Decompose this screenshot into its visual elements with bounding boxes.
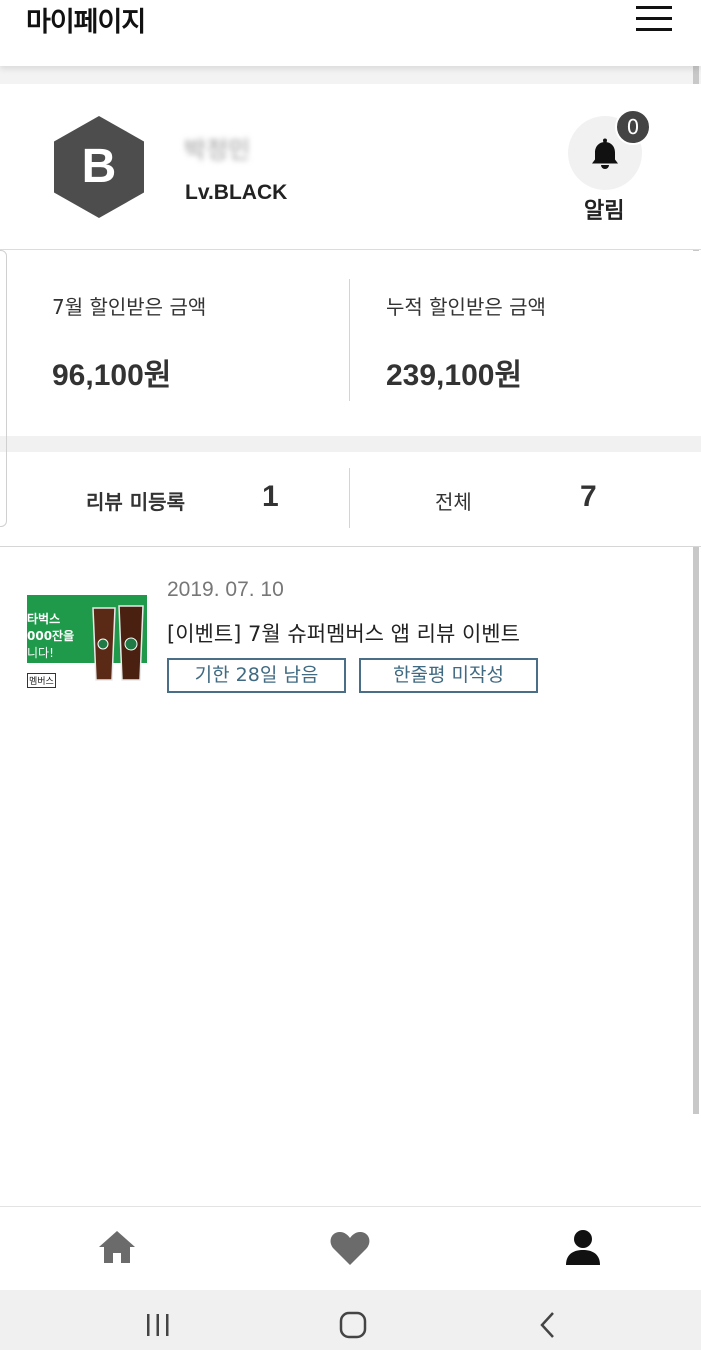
thumbnail-logo: 멤버스 bbox=[27, 673, 56, 688]
discount-summary: 7월 할인받은 금액 96,100원 누적 할인받은 금액 239,100원 bbox=[0, 251, 701, 436]
tab-all-count: 7 bbox=[580, 480, 597, 513]
side-drawer-edge[interactable] bbox=[0, 250, 7, 527]
system-home-button[interactable] bbox=[338, 1310, 368, 1340]
thumbnail-text: 니다! bbox=[27, 646, 54, 660]
app-header: 마이페이지 bbox=[0, 0, 701, 66]
nav-mypage-button[interactable] bbox=[558, 1225, 608, 1269]
section-gap bbox=[0, 66, 701, 84]
notification-label[interactable]: 알림 bbox=[584, 193, 624, 225]
profile-section: B 박정민 Lv.BLACK 0 알림 bbox=[0, 84, 701, 250]
system-back-button[interactable] bbox=[534, 1310, 564, 1340]
home-icon bbox=[99, 1231, 135, 1263]
total-discount: 누적 할인받은 금액 239,100원 bbox=[386, 291, 546, 394]
divider bbox=[349, 468, 350, 528]
level-badge-icon: B bbox=[54, 116, 144, 218]
monthly-discount-label: 7월 할인받은 금액 bbox=[52, 295, 207, 319]
badge-letter: B bbox=[82, 140, 117, 193]
coffee-cups-icon bbox=[92, 605, 144, 681]
system-navigation-bar bbox=[0, 1290, 701, 1350]
total-discount-label: 누적 할인받은 금액 bbox=[386, 295, 546, 319]
home-circle-icon bbox=[339, 1311, 367, 1339]
page-title: 마이페이지 bbox=[26, 7, 146, 38]
tab-unregistered-count: 1 bbox=[262, 480, 279, 513]
section-gap bbox=[0, 436, 701, 452]
tab-unregistered-label: 리뷰 미등록 bbox=[86, 490, 185, 514]
thumbnail-text: 000잔을 bbox=[27, 629, 75, 643]
user-name: 박정민 bbox=[184, 136, 251, 164]
deadline-tag[interactable]: 기한 28일 남음 bbox=[167, 658, 346, 693]
notification-count-badge: 0 bbox=[615, 109, 651, 145]
list-item[interactable]: 타벅스 000잔을 니다! 멤버스 2019. 07. 10 [이벤트] 7월 … bbox=[0, 548, 701, 698]
back-icon bbox=[540, 1312, 554, 1338]
recent-apps-icon bbox=[147, 1314, 169, 1336]
tab-all-label: 전체 bbox=[435, 490, 472, 514]
nav-home-button[interactable] bbox=[92, 1225, 142, 1269]
total-discount-value: 239,100원 bbox=[386, 359, 523, 392]
hamburger-menu-icon[interactable] bbox=[636, 6, 672, 34]
bottom-navigation bbox=[0, 1206, 701, 1290]
nav-favorites-button[interactable] bbox=[325, 1225, 375, 1269]
thumbnail-text: 타벅스 bbox=[27, 612, 61, 626]
review-status-tag[interactable]: 한줄평 미작성 bbox=[359, 658, 538, 693]
user-icon bbox=[566, 1230, 600, 1265]
monthly-discount: 7월 할인받은 금액 96,100원 bbox=[52, 291, 206, 394]
user-level: Lv.BLACK bbox=[185, 181, 288, 204]
event-thumbnail: 타벅스 000잔을 니다! 멤버스 bbox=[27, 575, 147, 695]
review-title[interactable]: [이벤트] 7월 슈퍼멤버스 앱 리뷰 이벤트 bbox=[167, 618, 520, 648]
review-tabs: 리뷰 미등록 1 전체 7 bbox=[0, 452, 701, 547]
heart-icon bbox=[330, 1231, 370, 1265]
divider bbox=[349, 279, 350, 401]
monthly-discount-value: 96,100원 bbox=[52, 359, 172, 392]
review-date: 2019. 07. 10 bbox=[167, 578, 284, 601]
recent-apps-button[interactable] bbox=[143, 1310, 173, 1340]
